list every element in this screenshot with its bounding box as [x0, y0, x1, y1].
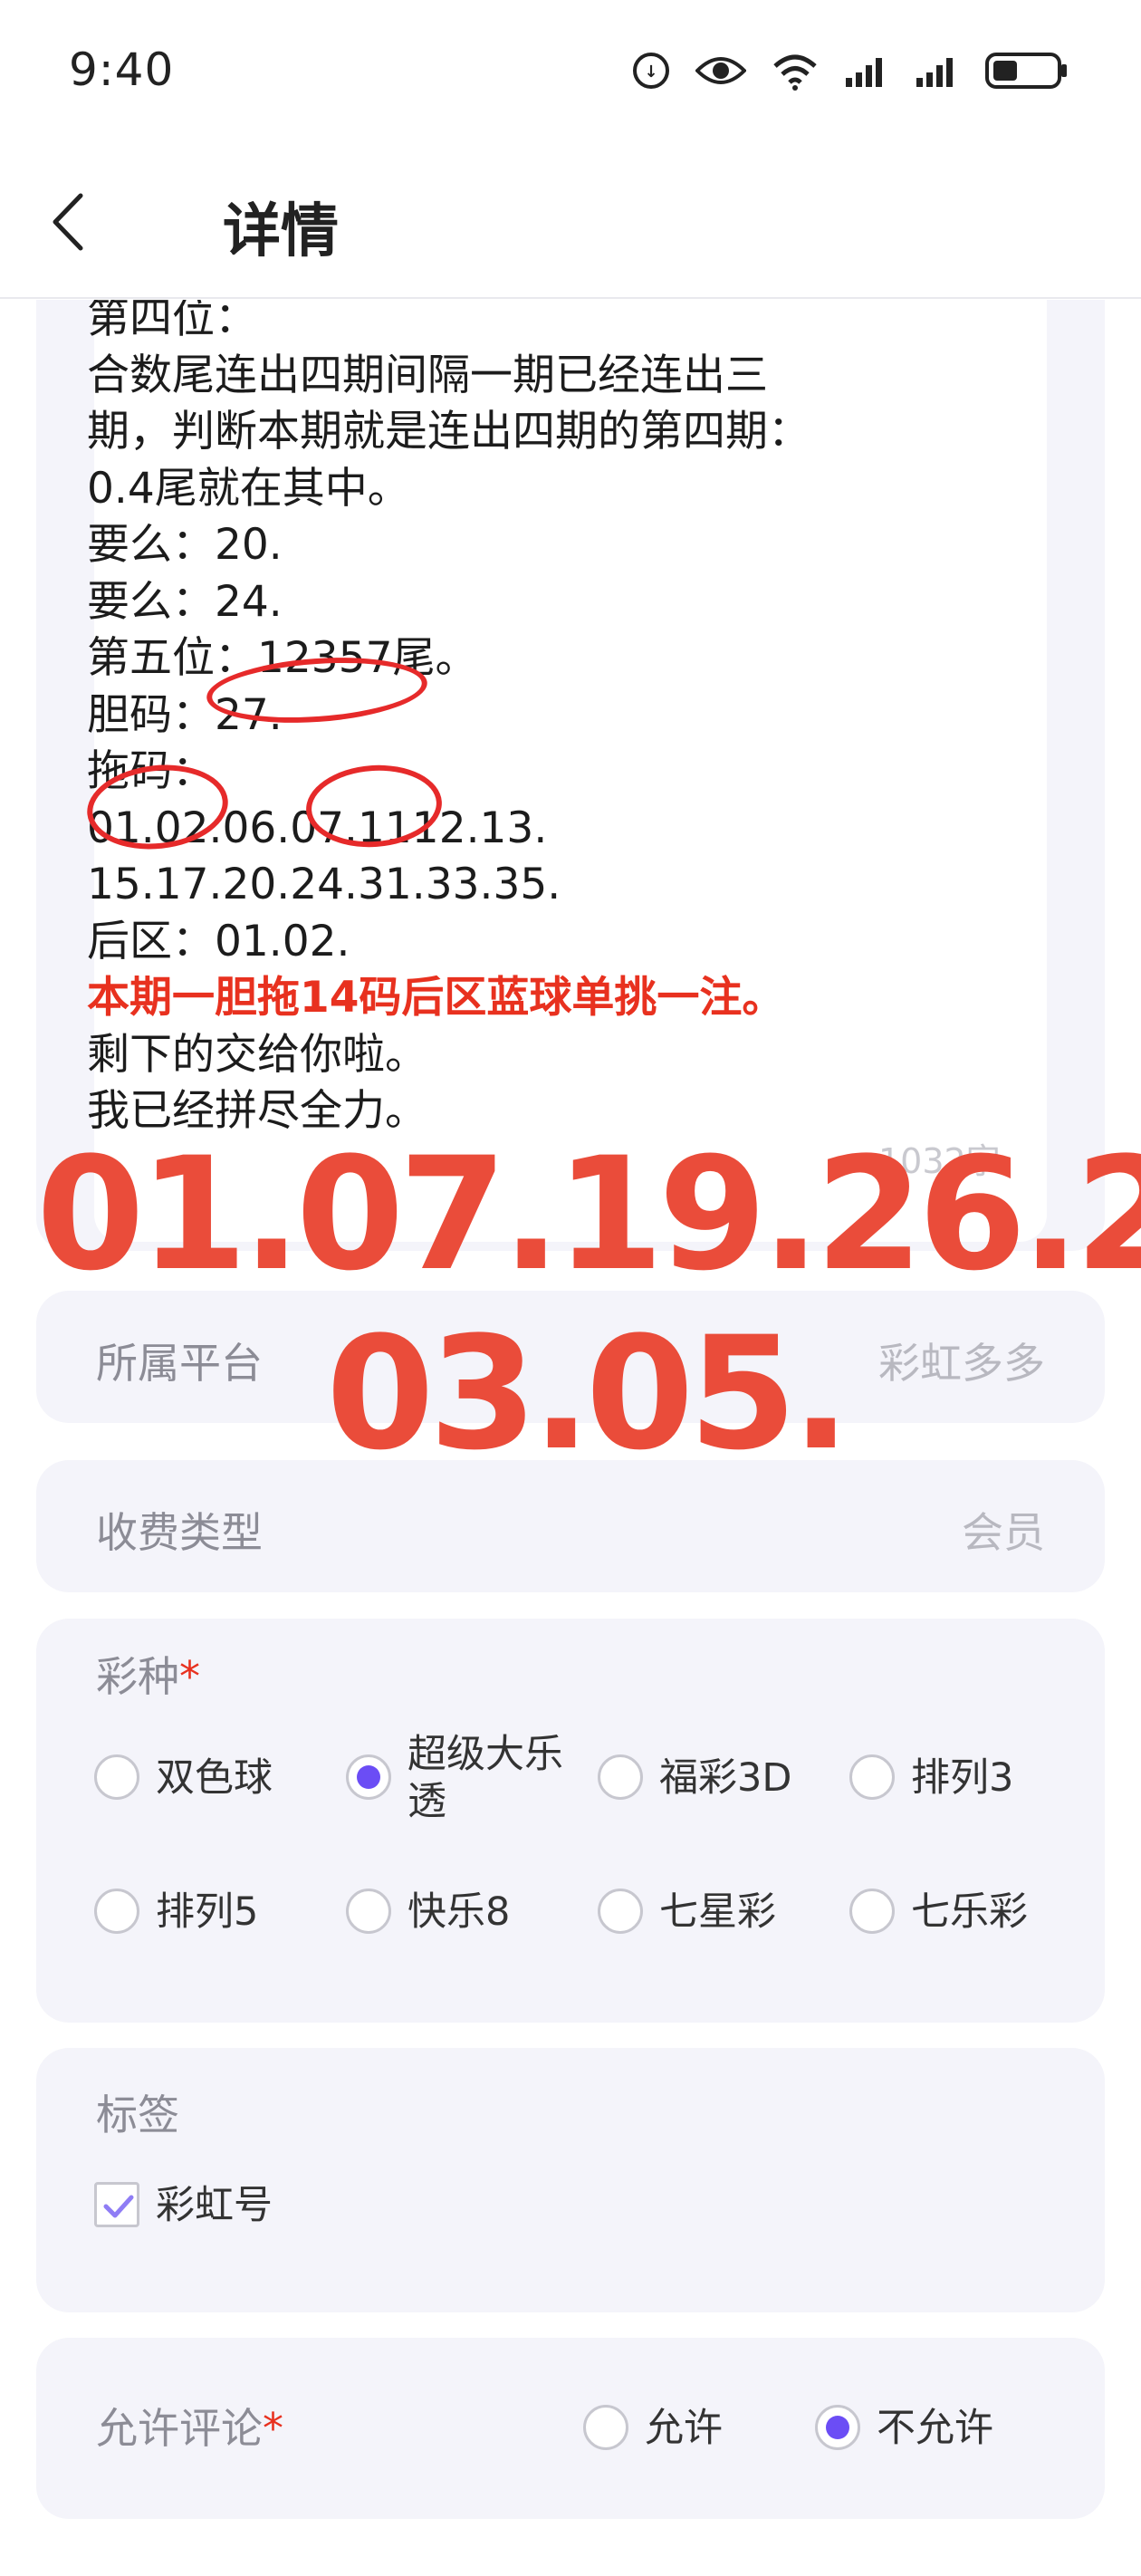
comment-option-allow[interactable]: 允许 — [583, 2405, 723, 2452]
tags-label: 标签 — [96, 2091, 179, 2139]
allow-comments-label: 允许评论* — [96, 2396, 283, 2456]
lottery-option[interactable]: 排列3 — [849, 1754, 1076, 1802]
required-mark: * — [179, 1652, 200, 1701]
status-bar: 9:40 ↓ — [0, 0, 1141, 145]
lottery-option[interactable]: 七星彩 — [598, 1889, 824, 1936]
content-line: 本期一胆拖14码后区蓝球单挑一注。 — [87, 973, 785, 1023]
content-line: 0.4尾就在其中。 — [87, 463, 410, 514]
lottery-option[interactable]: 排列5 — [94, 1889, 321, 1936]
eye-icon — [695, 57, 746, 84]
fee-type-value: 会员 — [962, 1508, 1045, 1557]
radio-button[interactable] — [94, 1889, 139, 1934]
radio-button[interactable] — [583, 2405, 628, 2450]
battery-icon — [985, 53, 1067, 89]
radio-button[interactable] — [94, 1754, 139, 1800]
overlay-numbers-line1: 01.07.19.26.27 — [36, 1123, 1141, 1305]
check-icon — [103, 2195, 134, 2218]
radio-label: 允许 — [645, 2406, 723, 2451]
radio-label: 不允许 — [877, 2406, 993, 2451]
overlay-numbers-line2: 03.05. — [326, 1302, 850, 1485]
content-line: 第四位： — [87, 300, 257, 343]
lottery-type-label-text: 彩种 — [96, 1652, 179, 1701]
checkbox[interactable] — [94, 2182, 139, 2227]
signal-icon — [846, 58, 882, 87]
content-line: 期，判断本期就是连出四期的第四期： — [87, 407, 810, 457]
allow-comments-card: 允许评论* 允许 不允许 — [36, 2338, 1105, 2519]
content-line: 要么：24. — [87, 576, 283, 627]
radio-button[interactable] — [815, 2405, 860, 2450]
required-mark: * — [263, 2404, 283, 2453]
back-button[interactable] — [36, 181, 100, 263]
content-line: 要么：20. — [87, 520, 283, 570]
wifi-icon — [773, 54, 817, 91]
lottery-type-card: 彩种* 双色球 超级大乐透 福彩3D 排列3 排列5 快乐8 七星彩 七乐彩 — [36, 1619, 1105, 2023]
radio-button[interactable] — [849, 1889, 895, 1934]
radio-button[interactable] — [849, 1754, 895, 1800]
lottery-option[interactable]: 双色球 — [94, 1754, 321, 1802]
radio-label: 超级大乐透 — [408, 1732, 563, 1824]
header: 详情 — [0, 145, 1141, 299]
platform-label: 所属平台 — [96, 1339, 263, 1388]
radio-label: 双色球 — [156, 1755, 273, 1801]
tag-checkbox-item[interactable]: 彩虹号 — [94, 2182, 273, 2229]
signal-icon-2 — [916, 58, 953, 87]
lottery-option[interactable]: 七乐彩 — [849, 1889, 1076, 1936]
content-line: 15.17.20.24.31.33.35. — [87, 860, 561, 909]
radio-label: 快乐8 — [408, 1889, 511, 1935]
status-time: 9:40 — [69, 43, 175, 96]
status-icons: ↓ — [630, 47, 1069, 94]
radio-button[interactable] — [598, 1754, 643, 1800]
content-line: 后区：01.02. — [87, 916, 350, 966]
allow-comments-label-text: 允许评论 — [96, 2404, 263, 2453]
radio-label: 排列3 — [911, 1755, 1014, 1801]
radio-label: 七乐彩 — [911, 1889, 1028, 1935]
content-scroll-area[interactable]: 第四位： 合数尾连出四期间隔一期已经连出三 期，判断本期就是连出四期的第四期： 0.4… — [0, 300, 1141, 2576]
content-text: 第四位： 合数尾连出四期间隔一期已经连出三 期，判断本期就是连出四期的第四期： 0.4… — [87, 300, 992, 1140]
radio-button[interactable] — [346, 1889, 391, 1934]
radio-label: 福彩3D — [659, 1755, 792, 1801]
lottery-option[interactable]: 超级大乐透 — [346, 1732, 572, 1825]
radio-label: 排列5 — [156, 1889, 259, 1935]
content-line: 合数尾连出四期间隔一期已经连出三 — [87, 350, 768, 400]
radio-button[interactable] — [598, 1889, 643, 1934]
radio-label: 七星彩 — [659, 1889, 776, 1935]
lottery-type-label: 彩种* — [96, 1644, 200, 1704]
data-saver-icon: ↓ — [633, 53, 669, 89]
lottery-option[interactable]: 福彩3D — [598, 1754, 824, 1802]
content-line: 剩下的交给你啦。 — [87, 1029, 427, 1080]
tags-card: 标签 彩虹号 — [36, 2048, 1105, 2312]
fee-type-label: 收费类型 — [96, 1508, 263, 1557]
comment-option-disallow[interactable]: 不允许 — [815, 2405, 993, 2452]
radio-button[interactable] — [346, 1754, 391, 1800]
lottery-option[interactable]: 快乐8 — [346, 1889, 572, 1936]
tag-label: 彩虹号 — [156, 2183, 273, 2228]
svg-text:↓: ↓ — [644, 62, 657, 82]
platform-value: 彩虹多多 — [878, 1339, 1045, 1388]
chevron-left-icon — [53, 193, 83, 251]
page-title: 详情 — [223, 198, 339, 265]
